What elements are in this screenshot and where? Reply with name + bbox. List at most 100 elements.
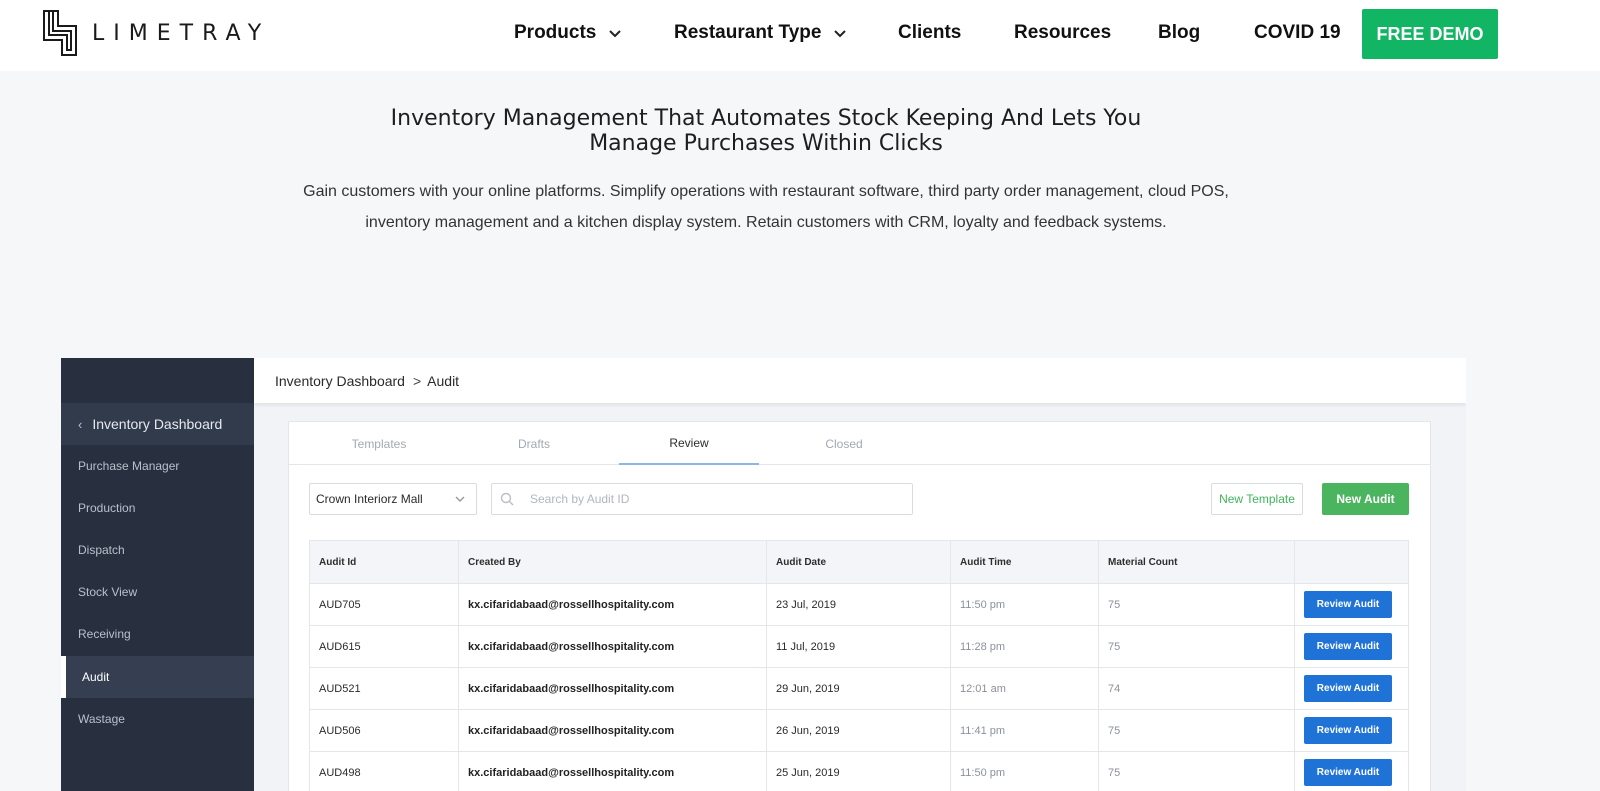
sidebar-item-purchase-manager[interactable]: Purchase Manager: [61, 445, 254, 487]
cell-audit-id: AUD498: [310, 752, 459, 791]
cell-material-count: 75: [1099, 710, 1295, 751]
cell-actions: Review Audit: [1295, 626, 1408, 667]
cell-created-by: kx.cifaridabaad@rossellhospitality.com: [459, 668, 767, 709]
new-audit-button[interactable]: New Audit: [1322, 483, 1409, 515]
review-audit-button[interactable]: Review Audit: [1304, 717, 1392, 744]
table-row: AUD615 kx.cifaridabaad@rossellhospitalit…: [310, 625, 1408, 667]
top-navbar: LIMETRAY Products Restaurant Type Client…: [0, 0, 1600, 71]
cell-audit-date: 25 Jun, 2019: [767, 752, 951, 791]
nav-clients[interactable]: Clients: [898, 22, 961, 44]
table-header: Audit Id Created By Audit Date Audit Tim…: [310, 541, 1408, 583]
free-demo-button[interactable]: FREE DEMO: [1362, 9, 1498, 59]
cell-created-by: kx.cifaridabaad@rossellhospitality.com: [459, 584, 767, 625]
cell-material-count: 74: [1099, 668, 1295, 709]
audit-search-input[interactable]: [530, 492, 890, 506]
cell-created-by: kx.cifaridabaad@rossellhospitality.com: [459, 752, 767, 791]
cell-material-count: 75: [1099, 752, 1295, 791]
tab-templates[interactable]: Templates: [309, 422, 449, 465]
table-row: AUD705 kx.cifaridabaad@rossellhospitalit…: [310, 583, 1408, 625]
cell-audit-date: 29 Jun, 2019: [767, 668, 951, 709]
hero-subtitle-line2: inventory management and a kitchen displ…: [365, 214, 1167, 231]
hero-subtitle-line1: Gain customers with your online platform…: [303, 183, 1229, 200]
audit-panel: Templates Drafts Review Closed Crown Int…: [288, 421, 1431, 791]
audit-table: Audit Id Created By Audit Date Audit Tim…: [309, 540, 1409, 791]
nav-restaurant-type[interactable]: Restaurant Type: [674, 22, 847, 44]
dashboard-sidebar: ‹ Inventory Dashboard Purchase Manager P…: [61, 358, 254, 791]
nav-products[interactable]: Products: [514, 22, 622, 44]
sidebar-item-audit[interactable]: Audit: [61, 656, 254, 698]
nav-covid-label: COVID 19: [1254, 22, 1341, 43]
brand-name: LIMETRAY: [92, 20, 271, 46]
nav-clients-label: Clients: [898, 22, 962, 43]
new-template-button[interactable]: New Template: [1211, 483, 1303, 515]
audit-tabs: Templates Drafts Review Closed: [289, 422, 1430, 465]
sidebar-header[interactable]: ‹ Inventory Dashboard: [61, 403, 254, 445]
chevron-down-icon: [609, 30, 622, 38]
sidebar-item-wastage[interactable]: Wastage: [61, 698, 254, 740]
tab-closed[interactable]: Closed: [774, 422, 914, 465]
cell-audit-id: AUD521: [310, 668, 459, 709]
chevron-down-icon: [834, 30, 847, 38]
breadcrumb-separator: >: [412, 372, 422, 389]
hero-title: Inventory Management That Automates Stoc…: [340, 106, 1192, 156]
table-row: AUD506 kx.cifaridabaad@rossellhospitalit…: [310, 709, 1408, 751]
chevron-down-icon: [455, 496, 465, 502]
cell-audit-id: AUD506: [310, 710, 459, 751]
sidebar-item-dispatch[interactable]: Dispatch: [61, 529, 254, 571]
chevron-left-icon: ‹: [78, 416, 83, 432]
brand-logo[interactable]: LIMETRAY: [42, 10, 270, 56]
cell-audit-time: 11:50 pm: [951, 584, 1099, 625]
nav-products-label: Products: [514, 22, 597, 43]
hero-title-line1: Inventory Management That Automates Stoc…: [390, 106, 1142, 131]
cell-material-count: 75: [1099, 626, 1295, 667]
cell-audit-date: 26 Jun, 2019: [767, 710, 951, 751]
column-header-actions: [1295, 541, 1408, 583]
breadcrumb-parent[interactable]: Inventory Dashboard: [275, 373, 405, 389]
cell-audit-time: 11:28 pm: [951, 626, 1099, 667]
column-header-audit-id[interactable]: Audit Id: [310, 541, 459, 583]
column-header-audit-date[interactable]: Audit Date: [767, 541, 951, 583]
sidebar-item-production[interactable]: Production: [61, 487, 254, 529]
nav-resources[interactable]: Resources: [1014, 22, 1111, 44]
column-header-material-count[interactable]: Material Count: [1099, 541, 1295, 583]
cell-audit-time: 12:01 am: [951, 668, 1099, 709]
table-row: AUD521 kx.cifaridabaad@rossellhospitalit…: [310, 667, 1408, 709]
cell-audit-date: 23 Jul, 2019: [767, 584, 951, 625]
sidebar-header-label: Inventory Dashboard: [92, 416, 223, 432]
inventory-dashboard-preview: ‹ Inventory Dashboard Purchase Manager P…: [61, 358, 1466, 791]
nav-covid[interactable]: COVID 19: [1254, 22, 1341, 44]
review-audit-button[interactable]: Review Audit: [1304, 759, 1392, 786]
cell-audit-time: 11:50 pm: [951, 752, 1099, 791]
location-select-value: Crown Interiorz Mall: [316, 492, 423, 506]
cell-audit-id: AUD705: [310, 584, 459, 625]
nav-resources-label: Resources: [1014, 22, 1112, 43]
hero-title-line2: Manage Purchases Within Clicks: [589, 131, 943, 156]
cell-audit-time: 11:41 pm: [951, 710, 1099, 751]
cell-actions: Review Audit: [1295, 584, 1408, 625]
review-audit-button[interactable]: Review Audit: [1304, 675, 1392, 702]
search-icon: [500, 492, 514, 506]
nav-blog-label: Blog: [1158, 22, 1201, 43]
cell-actions: Review Audit: [1295, 710, 1408, 751]
review-audit-button[interactable]: Review Audit: [1304, 591, 1392, 618]
location-select[interactable]: Crown Interiorz Mall: [309, 483, 477, 515]
nav-blog[interactable]: Blog: [1158, 22, 1200, 44]
cell-actions: Review Audit: [1295, 668, 1408, 709]
review-audit-button[interactable]: Review Audit: [1304, 633, 1392, 660]
sidebar-item-stock-view[interactable]: Stock View: [61, 571, 254, 613]
tab-review[interactable]: Review: [619, 422, 759, 465]
column-header-created-by[interactable]: Created By: [459, 541, 767, 583]
hero-subtitle: Gain customers with your online platform…: [300, 176, 1232, 238]
cell-material-count: 75: [1099, 584, 1295, 625]
cell-created-by: kx.cifaridabaad@rossellhospitality.com: [459, 626, 767, 667]
nav-restaurant-type-label: Restaurant Type: [674, 22, 822, 43]
breadcrumb: Inventory Dashboard > Audit: [254, 358, 1466, 403]
cell-created-by: kx.cifaridabaad@rossellhospitality.com: [459, 710, 767, 751]
limetray-logo-icon: [43, 10, 77, 56]
cell-actions: Review Audit: [1295, 752, 1408, 791]
column-header-audit-time[interactable]: Audit Time: [951, 541, 1099, 583]
sidebar-item-receiving[interactable]: Receiving: [61, 613, 254, 655]
cell-audit-id: AUD615: [310, 626, 459, 667]
table-row: AUD498 kx.cifaridabaad@rossellhospitalit…: [310, 751, 1408, 791]
tab-drafts[interactable]: Drafts: [464, 422, 604, 465]
